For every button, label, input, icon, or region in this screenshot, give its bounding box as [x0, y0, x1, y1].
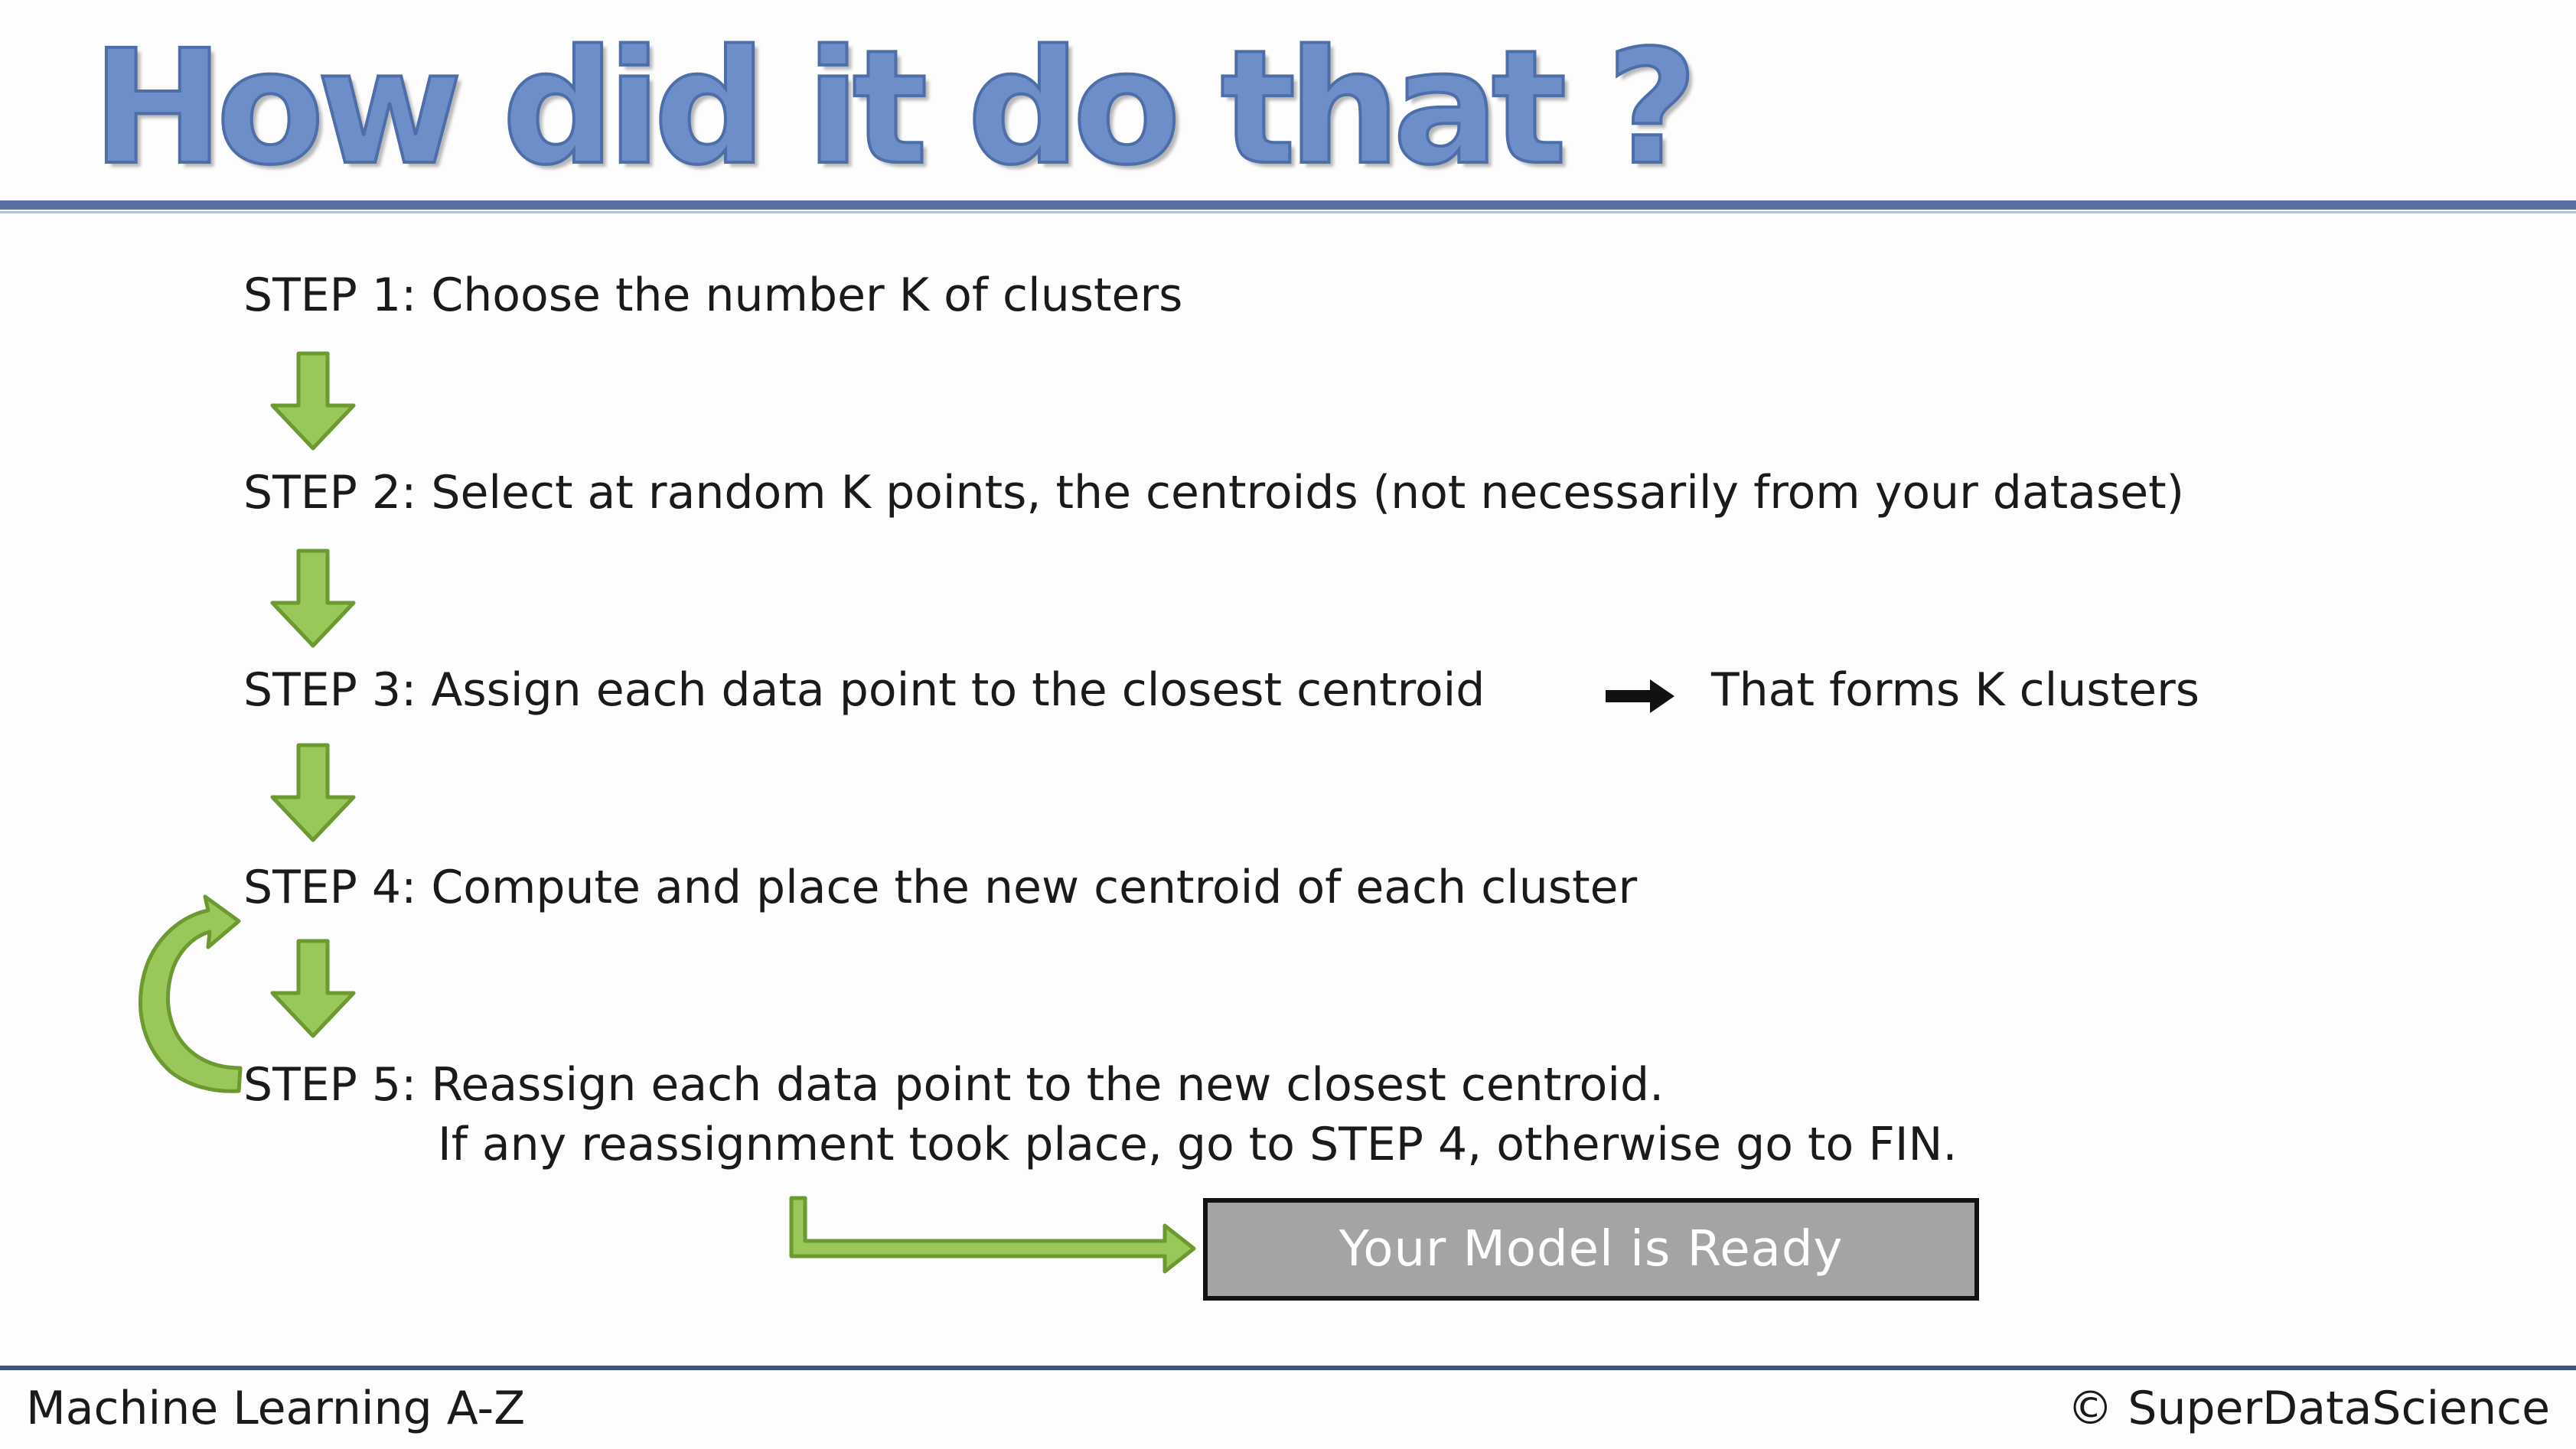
step-4: STEP 4: Compute and place the new centro…: [243, 860, 1637, 915]
step-4-label: STEP 4: [243, 861, 402, 914]
step-5-text-line2: If any reassignment took place, go to ST…: [438, 1118, 1958, 1171]
title-divider-shadow: [0, 211, 2576, 213]
footer-divider: [0, 1366, 2576, 1370]
step-3-label: STEP 3: [243, 663, 402, 717]
model-ready-label: Your Model is Ready: [1339, 1221, 1844, 1278]
down-arrow-icon: [270, 743, 356, 842]
down-arrow-icon: [270, 939, 356, 1038]
step-5-text: : Reassign each data point to the new cl…: [401, 1058, 1665, 1112]
l-shaped-right-arrow-icon: [789, 1196, 1196, 1274]
step-1-label: STEP 1: [243, 269, 402, 322]
step-5-label: STEP 5: [243, 1058, 402, 1112]
down-arrow-icon: [270, 351, 356, 451]
step-2-text: : Select at random K points, the centroi…: [401, 466, 2185, 519]
down-arrow-icon: [270, 549, 356, 648]
model-ready-box: Your Model is Ready: [1203, 1198, 1979, 1301]
step-3-text: : Assign each data point to the closest …: [401, 663, 1485, 717]
footer-course-name: Machine Learning A-Z: [26, 1382, 526, 1435]
step-2-label: STEP 2: [243, 466, 402, 519]
step-3-note: That forms K clusters: [1711, 663, 2199, 717]
step-1: STEP 1: Choose the number K of clusters: [243, 268, 1182, 323]
step-3: STEP 3: Assign each data point to the cl…: [243, 663, 1485, 718]
title-divider: [0, 200, 2576, 210]
loop-back-arrow-icon: [139, 894, 243, 1093]
step-5: STEP 5: Reassign each data point to the …: [243, 1057, 1664, 1112]
step-4-text: : Compute and place the new centroid of …: [401, 861, 1638, 914]
black-right-arrow-icon: [1606, 679, 1674, 713]
slide-title: How did it do that ?: [90, 15, 1700, 201]
step-1-text: : Choose the number K of clusters: [401, 269, 1183, 322]
step-2: STEP 2: Select at random K points, the c…: [243, 465, 2184, 520]
footer-copyright: © SuperDataScience: [2067, 1382, 2550, 1435]
